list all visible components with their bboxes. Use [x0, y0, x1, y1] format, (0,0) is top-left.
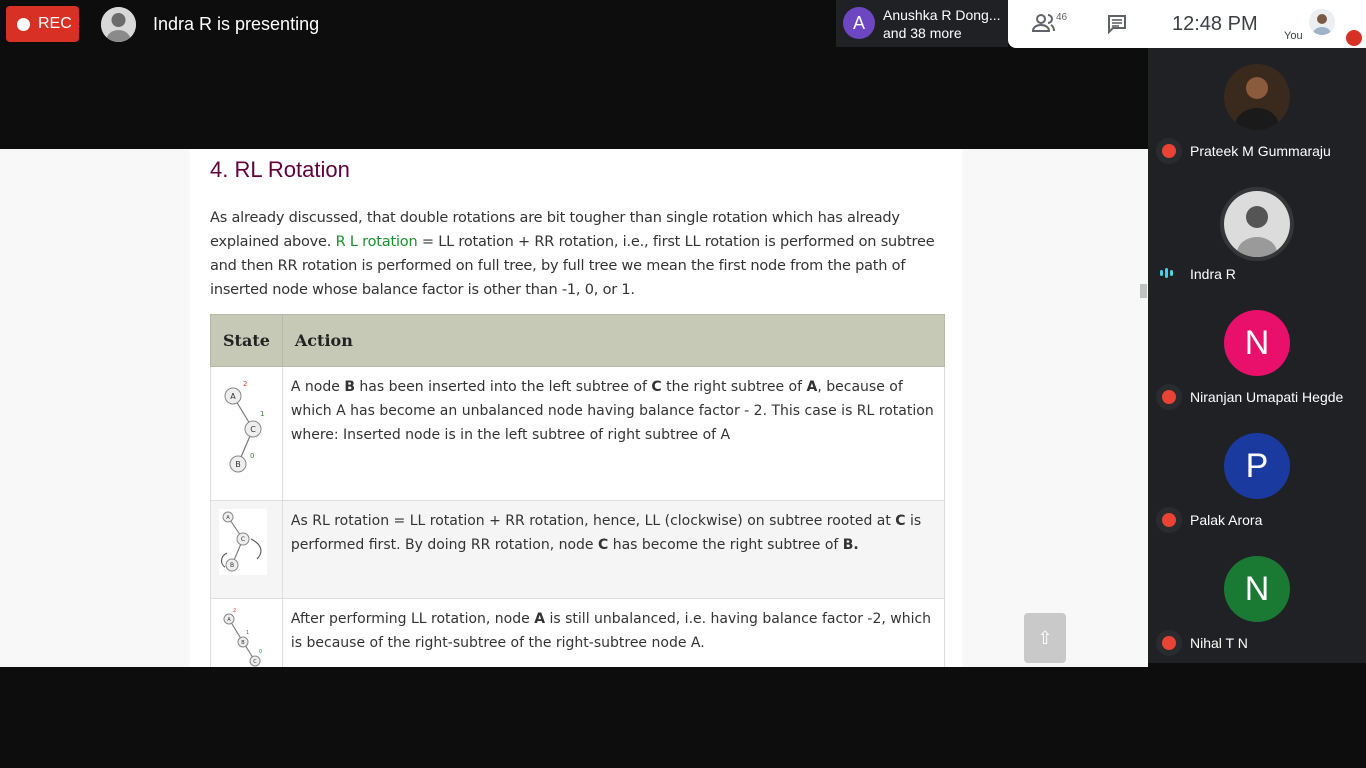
action-text: has been inserted into the left subtree … [354, 379, 652, 395]
table-row: A B C 2 1 0 After performing LL rotation… [210, 598, 946, 667]
mic-off-icon [1156, 138, 1182, 164]
record-dot-icon [17, 17, 30, 31]
action-cell: A node B has been inserted into the left… [281, 366, 946, 501]
tree-diagram-3: A B C 2 1 0 [223, 608, 262, 667]
node-c: C [241, 536, 245, 543]
participant-avatar [1224, 64, 1290, 130]
balance-factor: 0 [250, 452, 254, 460]
participants-names[interactable]: Anushka R Dong... and 38 more [883, 6, 1001, 42]
person-photo-icon [1224, 191, 1290, 257]
action-bold: A [806, 379, 818, 395]
participant-avatar: A [843, 7, 875, 39]
col-header-action: Action [281, 314, 946, 367]
node-b: B [235, 460, 241, 469]
node-c: C [253, 659, 257, 665]
action-text: As RL rotation = LL rotation + RR rotati… [290, 513, 896, 529]
scrollbar-thumb[interactable] [1140, 284, 1147, 298]
people-icon[interactable] [1032, 13, 1056, 33]
balance-factor: 0 [259, 649, 262, 655]
action-bold: B [344, 379, 355, 395]
table-row: A C B 2 1 0 A node B has been inserted i… [210, 366, 946, 501]
action-text: After performing LL rotation, node [290, 611, 535, 627]
node-a: A [230, 392, 236, 401]
presenting-label: Indra R is presenting [153, 14, 320, 34]
balance-factor: 1 [260, 410, 264, 418]
person-photo-icon [1309, 9, 1335, 35]
participant-name: Indra R [1190, 266, 1236, 282]
participant-name: Niranjan Umapati Hegde [1190, 389, 1344, 405]
scroll-to-top-button[interactable]: ⇧ [1024, 613, 1066, 663]
action-text: A node [290, 379, 345, 395]
tree-diagram-1: A C B 2 1 0 [224, 380, 264, 473]
section-heading: 4. RL Rotation [210, 157, 350, 182]
participant-avatar [1220, 187, 1294, 261]
presenter-avatar [101, 7, 136, 42]
clock: 12:48 PM [1172, 13, 1258, 35]
mic-off-icon [1156, 630, 1182, 656]
mic-off-icon [1156, 384, 1182, 410]
recording-badge[interactable]: REC [6, 6, 79, 42]
page-margin-left [0, 149, 190, 667]
node-c: C [250, 425, 256, 434]
participants-line-1: Anushka R Dong... [883, 7, 1001, 23]
action-text: has become the right subtree of [608, 537, 843, 553]
rl-rotation-link[interactable]: R L rotation [336, 234, 418, 250]
balance-factor: 1 [246, 630, 249, 636]
action-bold: A [534, 611, 546, 627]
node-a: A [226, 515, 230, 521]
participant-name: Nihal T N [1190, 635, 1248, 651]
action-bold: C [895, 513, 906, 529]
tree-diagram-2: A C B [219, 509, 267, 575]
col-header-state: State [210, 314, 283, 367]
chat-icon[interactable] [1107, 14, 1127, 34]
article: 4. RL Rotation As already discussed, tha… [190, 149, 962, 667]
participant-avatar: N [1224, 310, 1290, 376]
action-cell: As RL rotation = LL rotation + RR rotati… [281, 500, 946, 599]
participants-line-2: and 38 more [883, 25, 962, 41]
rotation-table: State Action A C B 2 1 0 A node B has be… [210, 314, 946, 667]
rec-label: REC [38, 15, 72, 32]
shared-screen: 4. RL Rotation As already discussed, tha… [0, 149, 1148, 667]
participant-name: Palak Arora [1190, 512, 1263, 528]
intro-paragraph: As already discussed, that double rotati… [210, 206, 940, 302]
participant-avatar: N [1224, 556, 1290, 622]
state-cell: A C B [210, 500, 283, 599]
self-avatar[interactable] [1309, 9, 1335, 35]
action-bold: C [651, 379, 662, 395]
action-bold: B. [842, 537, 859, 553]
participant-avatar: P [1224, 433, 1290, 499]
action-text: the right subtree of [661, 379, 807, 395]
action-bold: C [597, 537, 609, 553]
state-cell: A B C 2 1 0 [210, 598, 283, 667]
action-cell: After performing LL rotation, node A is … [281, 598, 946, 667]
node-b: B [230, 562, 234, 569]
mic-off-icon [1156, 507, 1182, 533]
table-row: A C B As RL rotation = LL rotation + RR … [210, 500, 946, 599]
node-a: A [227, 617, 231, 623]
speaking-indicator-icon [1160, 268, 1173, 278]
person-photo-icon [1224, 64, 1290, 130]
page-margin-right [962, 149, 1148, 667]
you-label: You [1284, 30, 1303, 42]
balance-factor: 2 [243, 380, 247, 388]
participant-sidebar: Prateek M Gummaraju Indra R N Niranjan U… [1148, 48, 1366, 663]
balance-factor: 2 [233, 608, 236, 614]
node-b: B [241, 640, 245, 646]
state-cell: A C B 2 1 0 [210, 366, 283, 501]
person-photo-icon [101, 7, 136, 42]
participant-count: 46 [1056, 12, 1068, 23]
participant-name: Prateek M Gummaraju [1190, 143, 1331, 159]
mic-off-icon [1346, 30, 1362, 46]
